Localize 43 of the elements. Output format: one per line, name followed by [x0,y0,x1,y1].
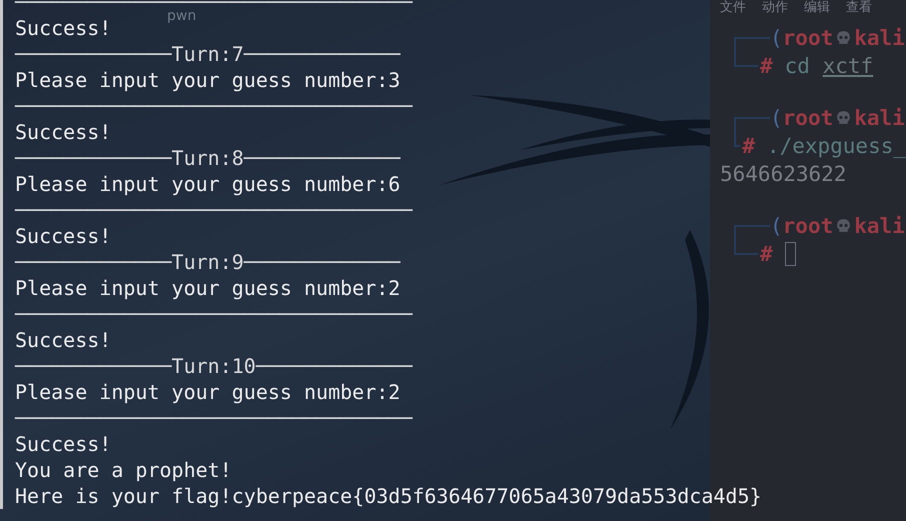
separator-line: ─────────────Turn:8───────────── [15,145,400,171]
terminal-line: Success! [15,223,112,249]
separator-line: ───────────────────────────────── [15,301,412,327]
prompt-bracket: ( [770,105,783,132]
prompt-host: kali [854,105,905,132]
separator-line: ─────────────Turn:10───────────── [15,353,412,379]
prompt-bracket: ( [770,213,783,240]
menu-item[interactable]: 查看 [846,0,872,16]
terminal-line: Please input your guess number:2 [15,275,400,301]
terminal-line: Here is your flag!cyberpeace{03d5f6364677065a43079da553dca4d5} [15,483,762,509]
prompt-bracket: ( [770,25,783,52]
terminal-line: Success! [15,431,112,457]
prompt-user: root [782,213,834,240]
separator-line: ───────────────────────────────── [15,197,412,223]
terminal-line: Success! [15,15,112,41]
menu-item[interactable]: 动作 [762,0,788,16]
terminal-line: You are a prophet! [15,457,232,483]
prompt-user: root [782,25,834,52]
terminal-line: Please input your guess number:2 [15,379,400,405]
prompt-symbol: # [760,53,773,80]
terminal-line: Please input your guess number:6 [15,171,400,197]
skull-icon [835,30,852,46]
terminal-line: Please input your guess number:3 [15,67,400,93]
separator-line: ─────────────Turn:7───────────── [15,41,400,67]
prompt-symbol: # [760,241,773,268]
desktop-icon-label[interactable]: pwn [167,8,196,24]
skull-icon [835,110,852,126]
skull-icon [835,218,852,234]
menu-item[interactable]: 文件 [720,0,746,16]
separator-line: ─────────────Turn:9───────────── [15,249,400,275]
separator-line: ───────────────────────────────── [15,93,412,119]
command-output: 5646623622 [719,161,848,188]
menu-item[interactable]: 编辑 [804,0,830,16]
separator-line: ───────────────────────────────── [15,405,412,431]
prompt-host: kali [854,25,905,52]
terminal-line: Success! [15,119,112,145]
prompt-symbol: # [742,133,755,160]
prompt-host: kali [854,213,905,240]
terminal-line: Success! [15,327,112,353]
command-argument: xctf [822,53,874,80]
command-text: ./expguess_ [766,133,906,160]
prompt-user: root [782,105,834,132]
command-text: cd [784,53,811,80]
